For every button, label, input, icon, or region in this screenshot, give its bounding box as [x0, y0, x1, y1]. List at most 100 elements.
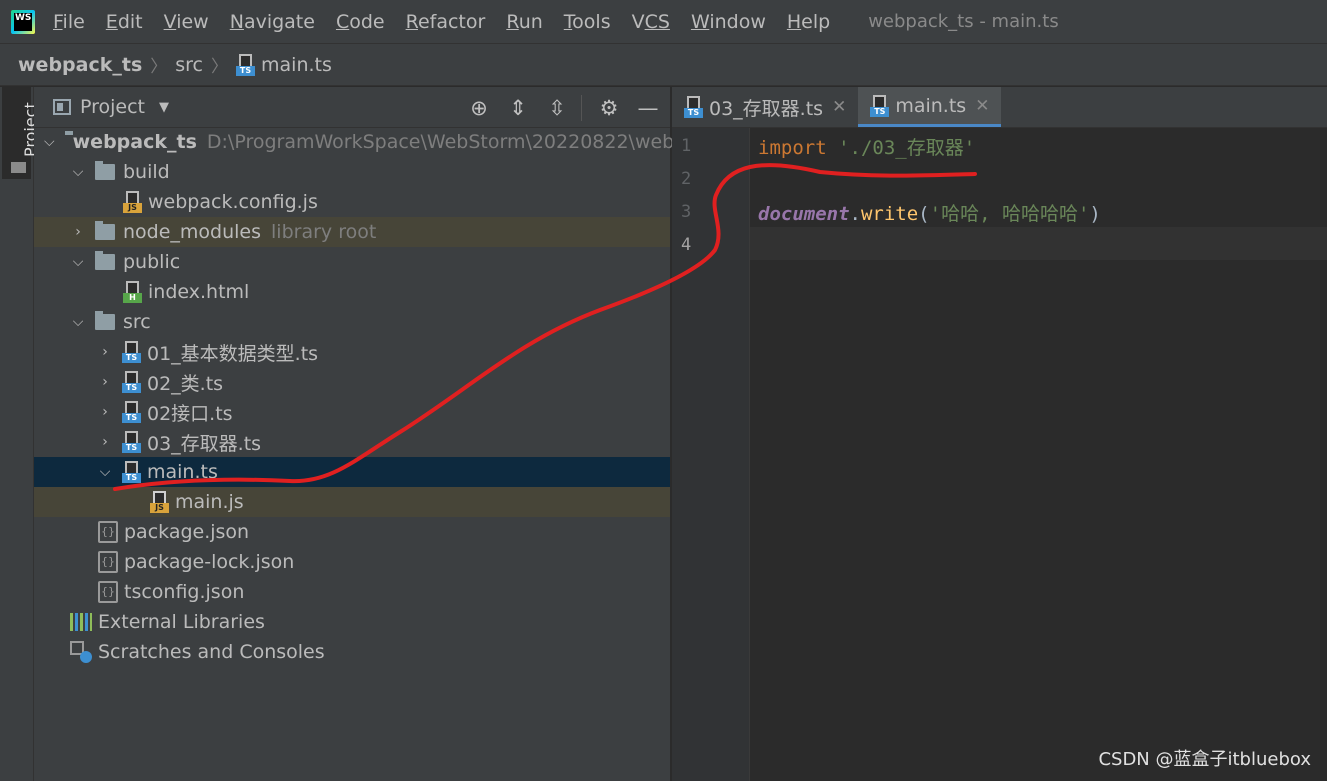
menu-label-rest: CS: [644, 10, 670, 33]
typescript-file-icon: TS: [122, 461, 141, 483]
code-dot: .: [849, 203, 861, 225]
menu-label-rest: indow: [709, 10, 766, 33]
typescript-file-icon: TS: [122, 341, 141, 363]
tree-item-public[interactable]: ⌵ public: [34, 247, 670, 277]
expand-all-icon[interactable]: ⇕: [506, 96, 530, 120]
tree-item-file[interactable]: › TS 02_类.ts: [34, 367, 670, 397]
code-string: '哈哈, 哈哈哈哈': [929, 203, 1090, 225]
json-file-icon: {}: [98, 581, 118, 603]
chevron-down-icon[interactable]: ⌵: [71, 164, 85, 180]
chevron-right-icon[interactable]: ›: [71, 224, 85, 240]
collapse-all-icon[interactable]: ⇳: [545, 96, 569, 120]
menu-file[interactable]: File: [53, 11, 85, 33]
close-icon[interactable]: ✕: [832, 97, 846, 117]
minimize-icon[interactable]: —: [636, 96, 660, 120]
project-view-selector[interactable]: Project: [80, 96, 145, 118]
menu-tools[interactable]: Tools: [564, 11, 611, 33]
typescript-file-icon: TS: [684, 96, 703, 118]
logo-text: WS: [14, 12, 32, 31]
project-view-icon: [53, 99, 71, 115]
chevron-down-icon[interactable]: ⌵: [98, 464, 112, 480]
menu-code[interactable]: Code: [336, 11, 385, 33]
tree-label: 01_基本数据类型.ts: [147, 342, 319, 365]
tree-item-package-lock[interactable]: {} package-lock.json: [34, 547, 670, 577]
tab-main-ts[interactable]: TS main.ts ✕: [858, 87, 1002, 127]
menu-label-rest: ools: [572, 10, 611, 33]
chevron-right-icon[interactable]: ›: [98, 404, 112, 420]
chevron-down-icon[interactable]: ⌵: [71, 254, 85, 270]
tree-label: src: [123, 311, 151, 333]
chevron-down-icon[interactable]: ⌵: [71, 314, 85, 330]
menu-vcs[interactable]: VCS: [632, 11, 670, 33]
menu-mnemonic: V: [631, 10, 645, 33]
tree-item-tsconfig[interactable]: {} tsconfig.json: [34, 577, 670, 607]
menu-view[interactable]: View: [164, 11, 209, 33]
tree-label: package.json: [124, 521, 250, 543]
breadcrumb-folder[interactable]: src: [175, 54, 203, 76]
tree-root-name: webpack_ts: [72, 131, 197, 153]
tree-item-node-modules[interactable]: › node_modules library root: [34, 217, 670, 247]
tree-label: main.ts: [147, 461, 218, 483]
menu-mnemonic: T: [563, 10, 573, 33]
tree-item-main-ts[interactable]: ⌵ TS main.ts: [34, 457, 670, 487]
tree-label: Scratches and Consoles: [98, 641, 325, 663]
tree-item-scratches[interactable]: Scratches and Consoles: [34, 637, 670, 667]
breadcrumb-file[interactable]: main.ts: [261, 54, 332, 76]
code-line-3[interactable]: document.write('哈哈, 哈哈哈哈'): [758, 199, 1101, 226]
chevron-right-icon[interactable]: ›: [98, 344, 112, 360]
tree-item-file[interactable]: › TS 02接口.ts: [34, 397, 670, 427]
tree-label: 03_存取器.ts: [147, 432, 262, 455]
typescript-file-icon: TS: [870, 94, 890, 117]
menu-label-rest: ile: [62, 10, 85, 33]
breadcrumb-project[interactable]: webpack_ts: [18, 54, 142, 76]
gear-icon[interactable]: ⚙: [597, 96, 621, 120]
tree-item-package-json[interactable]: {} package.json: [34, 517, 670, 547]
editor-tabs: TS 03_存取器.ts ✕ TS main.ts ✕: [672, 87, 1327, 128]
tree-item-root[interactable]: ⌵ webpack_ts D:\ProgramWorkSpace\WebStor…: [34, 127, 746, 157]
tree-item-build[interactable]: ⌵ build: [34, 157, 670, 187]
tree-item-file[interactable]: › TS 01_基本数据类型.ts: [34, 337, 670, 367]
menu-label-rest: un: [518, 10, 543, 33]
tab-label: 03_存取器.ts: [709, 97, 824, 120]
tree-item-src[interactable]: ⌵ src: [34, 307, 670, 337]
code-function: write: [860, 203, 919, 225]
tree-label: public: [123, 251, 181, 273]
menu-label-rest: dit: [117, 10, 143, 33]
code-global: document: [758, 203, 850, 225]
chevron-right-icon[interactable]: ›: [98, 374, 112, 390]
watermark: CSDN @蓝盒子itbluebox: [1098, 749, 1311, 770]
chevron-down-icon[interactable]: ⌵: [44, 134, 55, 150]
code-paren-open: (: [918, 203, 930, 225]
menu-refactor[interactable]: Refactor: [406, 11, 486, 33]
menu-window[interactable]: Window: [691, 11, 766, 33]
tree-item-main-js[interactable]: JS main.js: [34, 487, 670, 517]
tree-item-index-html[interactable]: H index.html: [34, 277, 670, 307]
tree-item-file[interactable]: › TS 03_存取器.ts: [34, 427, 670, 457]
locate-target-icon[interactable]: ⊕: [467, 96, 491, 120]
close-icon[interactable]: ✕: [975, 96, 989, 116]
chevron-right-icon: 〉: [150, 57, 168, 77]
menu-mnemonic: E: [105, 10, 118, 33]
menu-run[interactable]: Run: [506, 11, 542, 33]
tree-item-external-libraries[interactable]: External Libraries: [34, 607, 670, 637]
project-tool-tab[interactable]: Project: [2, 87, 40, 179]
menu-label-rest: ode: [349, 10, 385, 33]
tree-item-webpack-config[interactable]: JS webpack.config.js: [34, 187, 670, 217]
menu-label-rest: iew: [176, 10, 209, 33]
menu-navigate[interactable]: Navigate: [230, 11, 315, 33]
triangle-down-icon[interactable]: ▼: [159, 100, 169, 115]
project-tree: ⌵ webpack_ts D:\ProgramWorkSpace\WebStor…: [34, 127, 746, 667]
library-icon: [70, 613, 92, 631]
code-line-1[interactable]: import './03_存取器': [758, 133, 975, 160]
menu-help[interactable]: Help: [787, 11, 830, 33]
folder-icon: [95, 221, 115, 240]
menu-mnemonic: R: [405, 10, 418, 33]
menu-edit[interactable]: Edit: [106, 11, 143, 33]
tree-label: main.js: [175, 491, 244, 513]
tree-label: 02_类.ts: [147, 372, 224, 395]
folder-icon: [95, 251, 115, 270]
line-number: 1: [681, 136, 692, 156]
project-panel: Project ▼ ⊕ ⇕ ⇳ ⚙ — ⌵ webpack_ts D:\Prog…: [34, 87, 746, 781]
tab-03-accessor[interactable]: TS 03_存取器.ts ✕: [672, 87, 858, 127]
chevron-right-icon[interactable]: ›: [98, 434, 112, 450]
